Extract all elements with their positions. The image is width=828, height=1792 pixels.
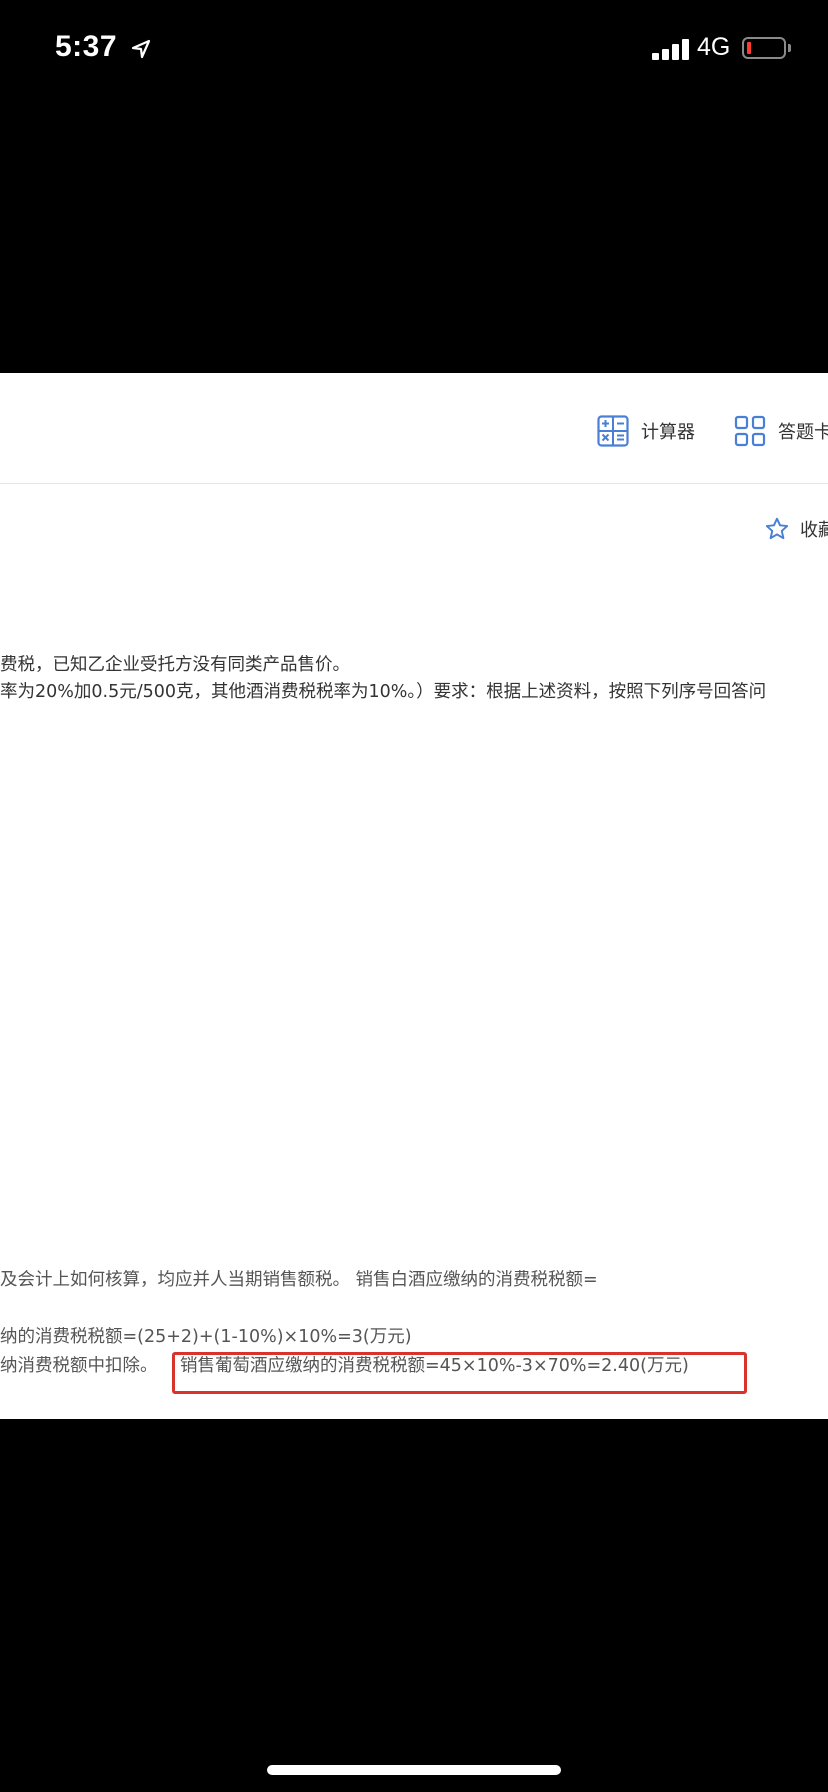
- highlighted-answer-text: 销售葡萄酒应缴纳的消费税税额=45×10%-3×70%=2.40(万元): [180, 1356, 689, 1376]
- status-time: 5:37: [55, 30, 118, 63]
- analysis-text-line-2: 纳的消费税税额=(25+2)+(1-10%)×10%=3(万元): [0, 1327, 412, 1347]
- home-indicator[interactable]: [267, 1765, 561, 1775]
- analysis-text-line-1: 及会计上如何核算，均应并人当期销售额税。 销售白酒应缴纳的消费税税额=: [0, 1270, 598, 1290]
- answer-card-label: 答题卡: [778, 422, 828, 443]
- status-bar: 5:37 4G: [0, 0, 828, 100]
- question-text-line-2: 率为20%加0.5元/500克，其他酒消费税税率为10%。）要求：根据上述资料，…: [0, 682, 767, 702]
- calculator-icon: [597, 415, 629, 447]
- favorite-label: 收藏: [800, 520, 828, 541]
- question-text-line-1: 费税，已知乙企业受托方没有同类产品售价。: [0, 655, 350, 675]
- star-icon: [765, 517, 789, 540]
- analysis-text-line-3: 纳消费税额中扣除。: [0, 1356, 158, 1376]
- network-type: 4G: [697, 33, 731, 61]
- location-arrow-icon: [131, 39, 151, 59]
- calculator-button[interactable]: 计算器: [597, 415, 695, 447]
- top-toolbar: 计算器 答题卡: [0, 373, 828, 484]
- cellular-signal-icon: [652, 38, 692, 60]
- app-screen: 计算器 答题卡 收藏 费税，已知乙企业受托方没有同类产品售价。 率为20%加0.…: [0, 373, 828, 1419]
- favorite-button[interactable]: 收藏: [764, 516, 828, 542]
- answer-card-button[interactable]: 答题卡: [734, 415, 828, 447]
- grid-icon: [734, 415, 766, 447]
- battery-icon: [742, 37, 791, 59]
- calculator-label: 计算器: [641, 422, 695, 443]
